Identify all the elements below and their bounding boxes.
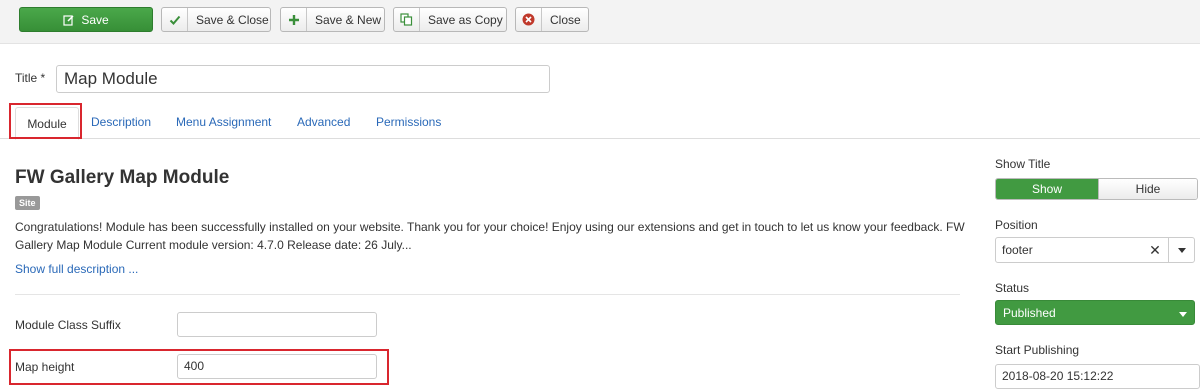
tab-description[interactable]: Description [91, 115, 151, 129]
show-full-description-link[interactable]: Show full description ... [15, 262, 138, 276]
edit-icon [63, 8, 75, 31]
tab-permissions[interactable]: Permissions [376, 115, 441, 129]
copy-icon [394, 8, 420, 31]
save-copy-button[interactable]: Save as Copy [393, 7, 507, 32]
divider [15, 294, 960, 295]
tab-advanced[interactable]: Advanced [297, 115, 350, 129]
class-suffix-input[interactable] [177, 312, 377, 337]
class-suffix-label: Module Class Suffix [15, 318, 121, 332]
tab-bar: Module Description Menu Assignment Advan… [0, 107, 1200, 140]
position-value: footer [1002, 243, 1033, 257]
map-height-input[interactable]: 400 [177, 354, 377, 379]
save-close-button[interactable]: Save & Close [161, 7, 271, 32]
status-select[interactable]: Published [995, 300, 1195, 325]
position-select[interactable]: footer ✕ [995, 237, 1195, 263]
map-height-label: Map height [15, 360, 75, 374]
module-description: Congratulations! Module has been success… [15, 220, 965, 252]
site-badge: Site [15, 196, 40, 210]
status-value: Published [1003, 305, 1056, 320]
save-copy-label: Save as Copy [428, 12, 503, 27]
close-label: Close [550, 12, 581, 27]
check-icon [162, 8, 188, 31]
save-new-label: Save & New [315, 12, 382, 27]
show-title-toggle: Show Hide [995, 178, 1198, 200]
title-label: Title * [15, 71, 46, 85]
save-label: Save [81, 12, 109, 27]
chevron-down-icon [1179, 306, 1187, 320]
chevron-down-icon[interactable] [1168, 238, 1194, 262]
show-option[interactable]: Show [996, 179, 1098, 199]
start-publishing-label: Start Publishing [995, 343, 1080, 357]
position-label: Position [995, 218, 1038, 232]
save-new-button[interactable]: Save & New [280, 7, 385, 32]
plus-icon [281, 8, 307, 31]
tab-module[interactable]: Module [15, 107, 79, 140]
toolbar: Save Save & Close Save & New Save as Cop… [0, 0, 1200, 44]
save-button[interactable]: Save [19, 7, 153, 32]
tab-menu-assignment[interactable]: Menu Assignment [176, 115, 271, 129]
clear-icon[interactable]: ✕ [1142, 242, 1168, 259]
status-label: Status [995, 281, 1030, 295]
module-heading: FW Gallery Map Module [15, 167, 230, 188]
close-circle-icon [516, 8, 542, 31]
hide-option[interactable]: Hide [1098, 179, 1197, 199]
close-button[interactable]: Close [515, 7, 589, 32]
show-title-label: Show Title [995, 157, 1051, 171]
save-close-label: Save & Close [196, 12, 269, 27]
start-publishing-input[interactable]: 2018-08-20 15:12:22 [995, 364, 1200, 389]
title-input[interactable]: Map Module [56, 65, 550, 93]
